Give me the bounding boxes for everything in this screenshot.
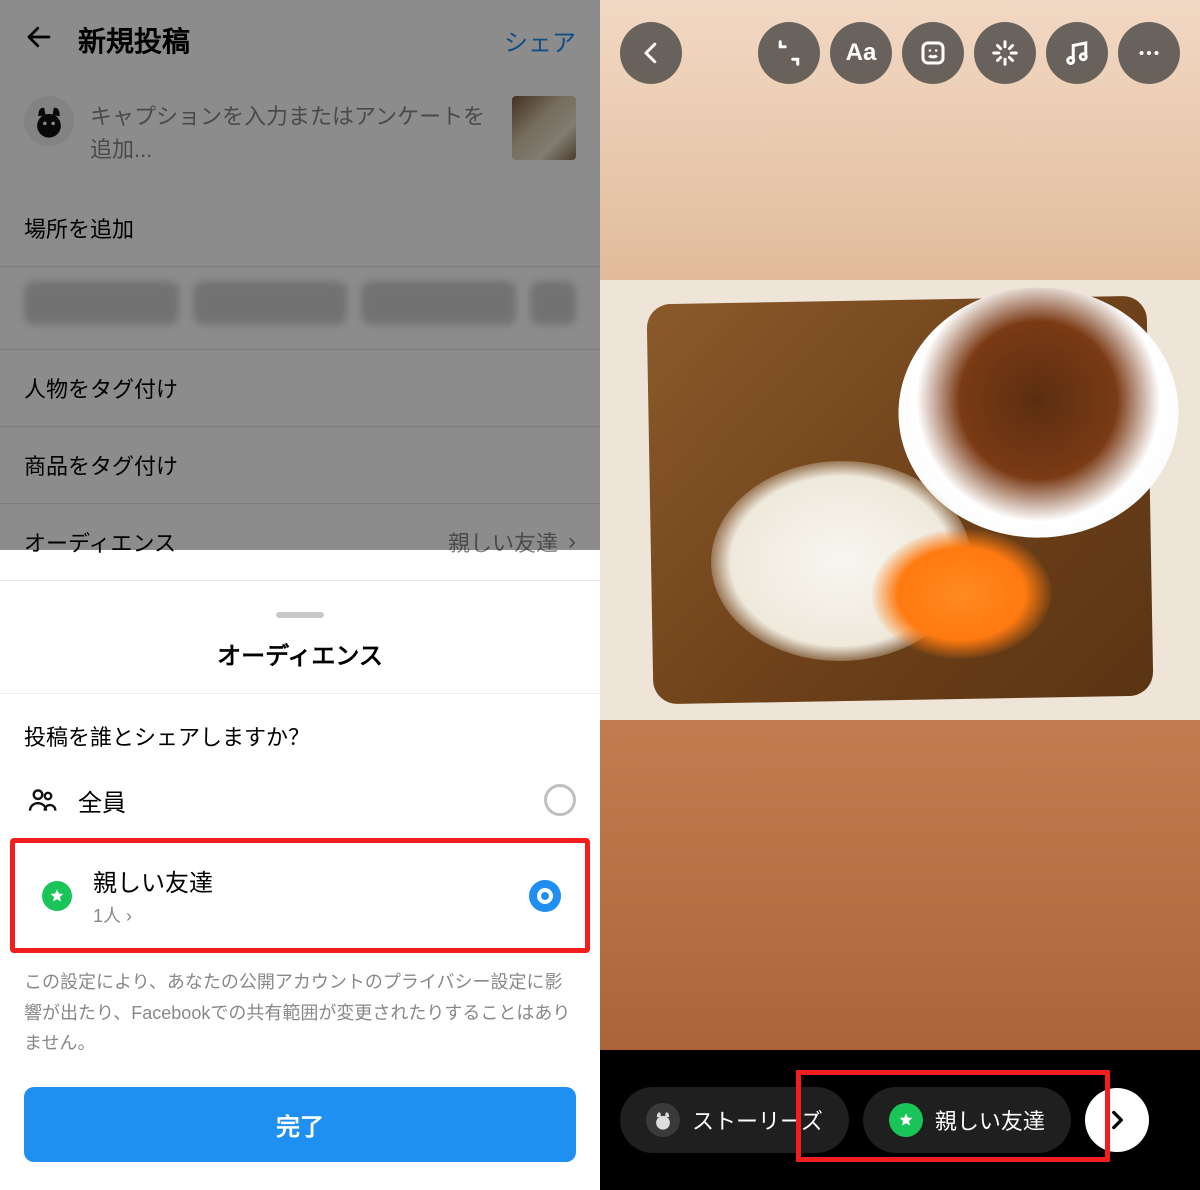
add-location-row[interactable]: 場所を追加 — [0, 190, 600, 267]
sheet-note: この設定により、あなたの公開アカウントのプライバシー設定に影響が出たり、Face… — [0, 953, 600, 1087]
caption-row: キャプションを入力またはアンケートを追加... — [0, 80, 600, 190]
grabber-handle[interactable] — [276, 612, 324, 618]
chevron-right-icon: › — [568, 528, 576, 556]
audience-value: 親しい友達 — [448, 526, 558, 558]
location-chip[interactable] — [24, 281, 179, 325]
location-suggestions — [0, 267, 600, 350]
done-button[interactable]: 完了 — [24, 1087, 576, 1162]
option-close-friends-label: 親しい友達 — [93, 863, 511, 898]
media-thumbnail[interactable] — [512, 96, 576, 160]
location-chip[interactable] — [361, 281, 516, 325]
close-friends-star-icon — [39, 878, 75, 914]
audience-label: オーディエンス — [24, 526, 448, 558]
tag-people-row[interactable]: 人物をタグ付け — [0, 350, 600, 427]
radio-unselected-icon[interactable] — [544, 784, 576, 816]
back-arrow-icon[interactable] — [24, 22, 54, 58]
story-editor-screen: Aa ストーリーズ 親しい友達 — [600, 0, 1200, 1190]
caption-input[interactable]: キャプションを入力またはアンケートを追加... — [90, 96, 496, 166]
sheet-question: 投稿を誰とシェアしますか？ — [0, 694, 600, 762]
option-close-friends-sub[interactable]: 1人 › — [93, 902, 511, 928]
radio-selected-icon[interactable] — [529, 880, 561, 912]
sheet-title: オーディエンス — [0, 636, 600, 694]
highlight-close-friends-pill — [796, 1070, 1110, 1162]
highlight-close-friends-option: 親しい友達 1人 › — [10, 838, 590, 953]
audience-sheet: オーディエンス 投稿を誰とシェアしますか？ 全員 親しい友達 1人 › この設定… — [0, 598, 600, 1190]
music-icon[interactable] — [1046, 22, 1108, 84]
location-chip[interactable] — [193, 281, 348, 325]
story-photo — [600, 280, 1200, 720]
story-canvas[interactable] — [600, 0, 1200, 1190]
avatar-icon — [646, 1103, 680, 1137]
sticker-icon[interactable] — [902, 22, 964, 84]
location-chip[interactable] — [530, 281, 576, 325]
text-icon[interactable]: Aa — [830, 22, 892, 84]
avatar — [24, 96, 74, 146]
more-icon[interactable] — [1118, 22, 1180, 84]
tag-products-row[interactable]: 商品をタグ付け — [0, 427, 600, 504]
effects-icon[interactable] — [974, 22, 1036, 84]
option-everyone-label: 全員 — [78, 783, 526, 818]
crop-icon[interactable] — [758, 22, 820, 84]
share-button[interactable]: シェア — [504, 23, 576, 58]
people-icon — [24, 782, 60, 818]
audience-row[interactable]: オーディエンス 親しい友達 › — [0, 504, 600, 581]
story-toolbar: Aa — [600, 22, 1200, 84]
option-close-friends[interactable]: 親しい友達 1人 › — [15, 843, 585, 948]
header: 新規投稿 シェア — [0, 0, 600, 80]
option-everyone[interactable]: 全員 — [0, 762, 600, 838]
page-title: 新規投稿 — [78, 20, 480, 60]
back-button[interactable] — [620, 22, 682, 84]
new-post-screen: 新規投稿 シェア キャプションを入力またはアンケートを追加... 場所を追加 人… — [0, 0, 600, 1190]
